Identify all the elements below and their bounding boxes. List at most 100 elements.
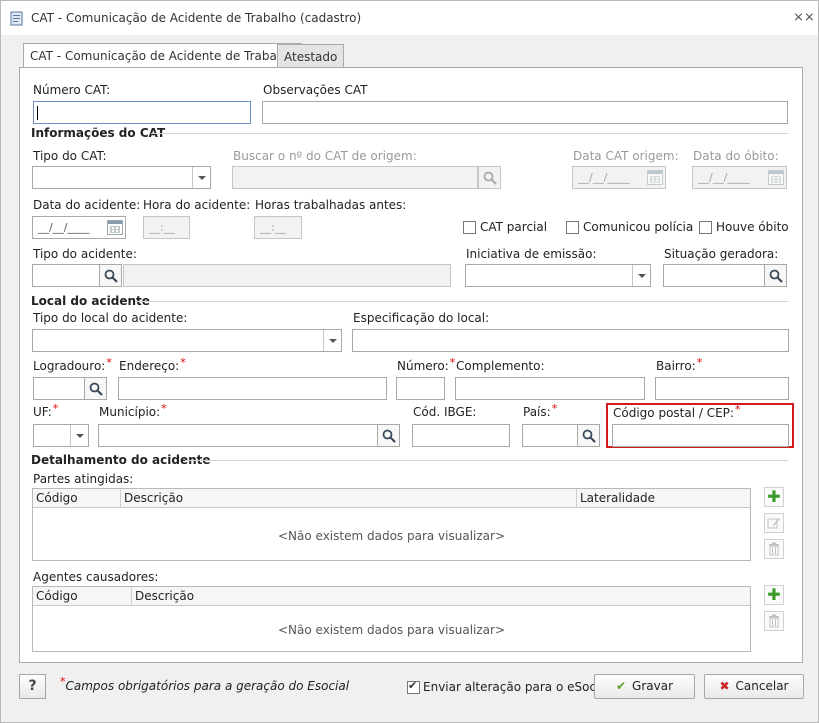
complemento-input[interactable] xyxy=(455,377,645,400)
situacao-geradora-search-button[interactable] xyxy=(764,264,787,287)
chevron-down-icon[interactable] xyxy=(323,330,341,351)
required-mark: * xyxy=(734,403,741,416)
horas-trabalhadas-label: Horas trabalhadas antes: xyxy=(255,198,407,212)
trash-icon xyxy=(769,542,779,556)
required-mark: * xyxy=(106,356,112,369)
enviar-esocial-checkbox[interactable] xyxy=(407,679,420,694)
col-descricao[interactable]: Descrição xyxy=(132,587,750,606)
help-button[interactable]: ? xyxy=(19,674,46,699)
search-icon xyxy=(582,429,596,443)
plus-icon: ✚ xyxy=(767,585,781,604)
situacao-geradora-input[interactable] xyxy=(663,264,765,287)
delete-agente-button xyxy=(764,611,784,631)
agentes-causadores-grid[interactable]: Código Descrição <Não existem dados para… xyxy=(32,586,751,652)
tipo-local-label: Tipo do local do acidente: xyxy=(33,311,188,325)
endereco-input[interactable] xyxy=(118,377,387,400)
codigo-postal-input[interactable] xyxy=(612,424,789,447)
chevron-down-icon[interactable] xyxy=(70,425,88,446)
partes-atingidas-label: Partes atingidas: xyxy=(33,472,134,486)
required-mark: * xyxy=(551,402,558,415)
observacoes-cat-input[interactable] xyxy=(262,101,788,124)
pais-label: País:* xyxy=(523,402,558,419)
houve-obito-label: Houve óbito xyxy=(716,220,789,234)
section-divider xyxy=(185,460,788,461)
bairro-text: Bairro: xyxy=(656,359,696,373)
municipio-label: Município:* xyxy=(99,402,167,419)
hora-acidente-label: Hora do acidente: xyxy=(143,198,251,212)
cancelar-button[interactable]: ✖ Cancelar xyxy=(704,674,804,699)
logradouro-search-button[interactable] xyxy=(84,377,107,400)
municipio-search-button[interactable] xyxy=(377,424,400,447)
date-placeholder: __/__/____ xyxy=(38,221,90,234)
data-acidente-input[interactable]: __/__/____ xyxy=(32,216,126,239)
section-informacoes: Informações do CAT xyxy=(31,126,166,140)
pais-search-button[interactable] xyxy=(577,424,600,447)
hora-acidente-input: __:__ xyxy=(143,216,190,239)
date-placeholder: __/__/____ xyxy=(698,171,750,184)
iniciativa-emissao-select[interactable] xyxy=(465,264,651,287)
required-note: *Campos obrigatórios para a geração do E… xyxy=(59,675,350,693)
agentes-causadores-label: Agentes causadores: xyxy=(33,570,159,584)
section-divider xyxy=(135,301,788,302)
tab-cat[interactable]: CAT - Comunicação de Acidente de Trabalh… xyxy=(23,43,303,70)
bairro-input[interactable] xyxy=(655,377,789,400)
required-note-text: Campos obrigatórios para a geração do Es… xyxy=(65,679,350,693)
numero-text: Número: xyxy=(397,359,449,373)
tipo-acidente-search-button[interactable] xyxy=(99,264,122,287)
grid-empty-message: <Não existem dados para visualizar> xyxy=(277,529,505,543)
pais-text: País: xyxy=(523,405,551,419)
cod-ibge-input[interactable] xyxy=(412,424,510,447)
numero-cat-input[interactable] xyxy=(33,101,251,124)
trash-icon xyxy=(769,614,779,628)
add-agente-button[interactable]: ✚ xyxy=(764,585,784,605)
calendar-icon[interactable] xyxy=(107,220,123,235)
uf-select[interactable] xyxy=(33,424,89,447)
col-lateralidade[interactable]: Lateralidade xyxy=(577,489,750,508)
add-parte-button[interactable]: ✚ xyxy=(764,487,784,507)
bairro-label: Bairro:* xyxy=(656,356,702,373)
tipo-acidente-descricao xyxy=(123,264,451,287)
houve-obito-checkbox[interactable] xyxy=(699,221,712,234)
chevron-down-icon[interactable] xyxy=(192,167,210,188)
endereco-label: Endereço:* xyxy=(119,356,186,373)
date-placeholder: __/__/____ xyxy=(578,171,630,184)
data-obito-label: Data do óbito: xyxy=(693,149,779,163)
calendar-icon xyxy=(768,170,784,185)
grid-header: Código Descrição xyxy=(33,587,750,606)
logradouro-label: Logradouro:* xyxy=(33,356,112,373)
tipo-cat-select[interactable] xyxy=(32,166,211,189)
pais-input[interactable] xyxy=(522,424,578,447)
enviar-esocial-label: Enviar alteração para o eSocial xyxy=(423,680,611,694)
comunicou-policia-checkbox[interactable] xyxy=(566,221,579,234)
uf-text: UF: xyxy=(33,405,52,419)
check-icon: ✔ xyxy=(615,679,627,693)
numero-input[interactable] xyxy=(396,377,445,400)
form-icon xyxy=(9,11,24,26)
tipo-acidente-input[interactable] xyxy=(32,264,100,287)
logradouro-input[interactable] xyxy=(33,377,85,400)
tab-atestado[interactable]: Atestado xyxy=(277,44,345,69)
municipio-input[interactable] xyxy=(98,424,378,447)
numero-cat-label: Número CAT: xyxy=(33,83,111,97)
endereco-text: Endereço: xyxy=(119,359,180,373)
col-descricao[interactable]: Descrição xyxy=(121,489,577,508)
search-icon xyxy=(104,269,118,283)
close-icon[interactable]: ⨯⨯ xyxy=(793,10,815,26)
partes-atingidas-grid[interactable]: Código Descrição Lateralidade <Não exist… xyxy=(32,488,751,561)
cancelar-label: Cancelar xyxy=(735,679,789,693)
grid-header: Código Descrição Lateralidade xyxy=(33,489,750,508)
col-codigo[interactable]: Código xyxy=(33,489,121,508)
horas-trabalhadas-input: __:__ xyxy=(254,216,302,239)
search-icon xyxy=(769,269,783,283)
section-divider xyxy=(151,133,788,134)
chevron-down-icon[interactable] xyxy=(632,265,650,286)
gravar-button[interactable]: ✔ Gravar xyxy=(594,674,695,699)
cat-parcial-checkbox[interactable] xyxy=(463,221,476,234)
cat-parcial-label: CAT parcial xyxy=(480,220,548,234)
search-icon xyxy=(89,382,103,396)
col-codigo[interactable]: Código xyxy=(33,587,132,606)
tipo-local-select[interactable] xyxy=(32,329,342,352)
calendar-icon xyxy=(647,170,663,185)
especificacao-local-input[interactable] xyxy=(352,329,789,352)
required-mark: * xyxy=(449,356,456,369)
